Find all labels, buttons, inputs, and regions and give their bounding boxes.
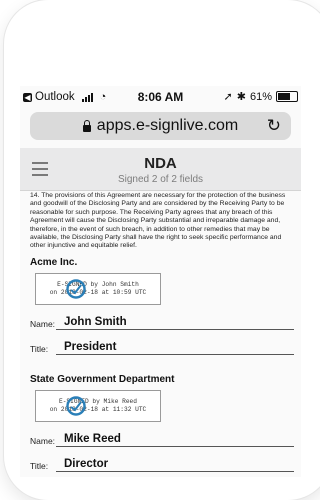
signature-seal-icon xyxy=(66,279,86,299)
location-icon: ➚ xyxy=(223,91,233,103)
signature-box[interactable]: E-SIGNED by Mike Reed on 2018-02-18 at 1… xyxy=(35,389,161,422)
status-right: ➚ ✱ 61% xyxy=(224,90,298,103)
title-field: Title: President xyxy=(30,339,295,355)
signature-box[interactable]: E-SIGNED by John Smith on 2018-02-18 at … xyxy=(35,272,161,305)
bluetooth-icon: ✱ xyxy=(236,91,246,103)
signature-seal-icon xyxy=(66,396,86,416)
clause-text: 14. The provisions of this Agreement are… xyxy=(30,192,286,250)
battery-percent: 61% xyxy=(249,90,272,103)
document-title: NDA xyxy=(144,155,177,172)
party-name: State Government Department xyxy=(30,373,175,385)
app-header: NDA Signed 2 of 2 fields xyxy=(20,148,301,191)
document-body: 14. The provisions of this Agreement are… xyxy=(30,192,295,472)
url-text: apps.e-signlive.com xyxy=(96,117,239,134)
title-field: Title: Director xyxy=(30,456,295,472)
name-field: Name: John Smith xyxy=(30,314,295,330)
party-name: Acme Inc. xyxy=(30,256,78,268)
name-label: Name: xyxy=(30,435,56,446)
phone-screen: ◀ Outlook ◔ 8:06 AM ➚ ✱ 61% apps.e-signl… xyxy=(20,86,301,477)
title-label: Title: xyxy=(30,460,49,471)
title-label: Title: xyxy=(30,343,49,354)
name-label: Name: xyxy=(30,318,56,329)
reload-icon[interactable]: ↻ xyxy=(267,116,281,136)
name-value: John Smith xyxy=(56,315,294,330)
address-bar[interactable]: apps.e-signlive.com ↻ xyxy=(30,112,291,140)
title-value: Director xyxy=(56,457,294,472)
lock-icon xyxy=(82,119,91,132)
name-value: Mike Reed xyxy=(56,432,294,447)
signing-progress: Signed 2 of 2 fields xyxy=(117,174,204,185)
name-field: Name: Mike Reed xyxy=(30,431,295,447)
status-bar: ◀ Outlook ◔ 8:06 AM ➚ ✱ 61% xyxy=(20,86,301,108)
title-value: President xyxy=(56,340,294,355)
battery-icon xyxy=(276,91,298,102)
